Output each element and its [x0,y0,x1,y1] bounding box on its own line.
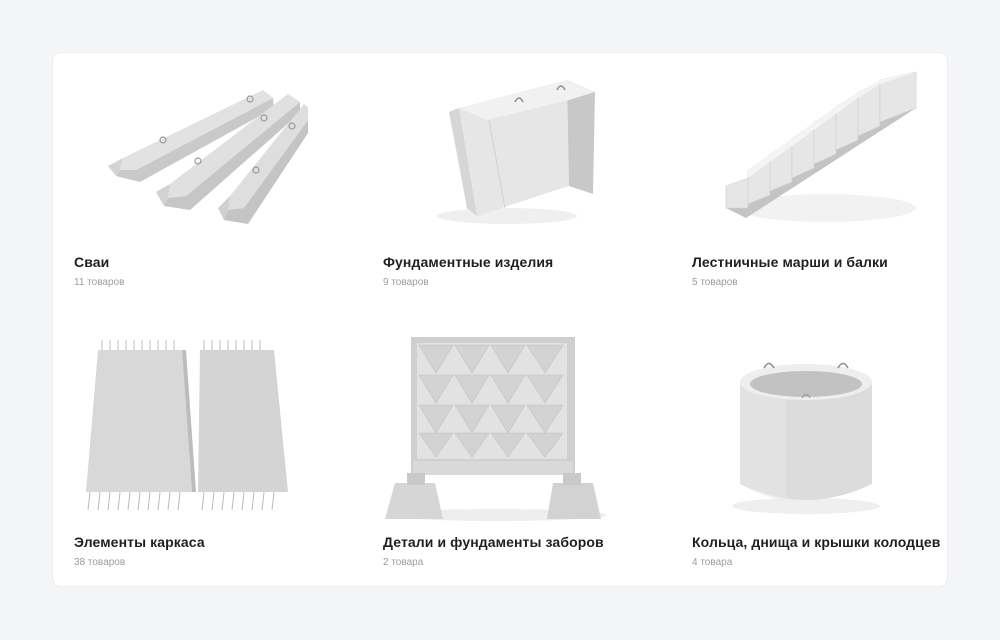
piles-image [53,53,323,243]
category-count: 11 товаров [74,277,125,288]
category-card-well[interactable]: Кольца, днища и крышки колодцев 4 товара [671,333,941,583]
category-card-frame[interactable]: Элементы каркаса 38 товаров [53,333,323,583]
category-title[interactable]: Элементы каркаса [74,534,205,550]
category-title[interactable]: Фундаментные изделия [383,254,553,270]
fence-panel-image [362,333,632,523]
category-title[interactable]: Кольца, днища и крышки колодцев [692,534,940,550]
well-ring-image [671,333,941,523]
category-card-stairs[interactable]: Лестничные марши и балки 5 товаров [671,53,941,303]
category-title[interactable]: Сваи [74,254,109,270]
category-count: 4 товара [692,557,733,568]
category-count: 38 товаров [74,557,126,568]
category-count: 9 товаров [383,277,429,288]
category-card-piles[interactable]: Сваи 11 товаров [53,53,323,303]
category-count: 5 товаров [692,277,738,288]
category-count: 2 товара [383,557,424,568]
staircase-image [671,53,941,243]
category-title[interactable]: Детали и фундаменты заборов [383,534,604,550]
frame-slabs-image [53,333,323,523]
category-card-foundation[interactable]: Фундаментные изделия 9 товаров [362,53,632,303]
category-grid: Сваи 11 товаров Фундаментные изделия 9 т… [53,53,947,586]
category-card-fence[interactable]: Детали и фундаменты заборов 2 товара [362,333,632,583]
foundation-block-image [362,53,632,243]
catalog-panel: Сваи 11 товаров Фундаментные изделия 9 т… [53,53,947,586]
category-title[interactable]: Лестничные марши и балки [692,254,888,270]
